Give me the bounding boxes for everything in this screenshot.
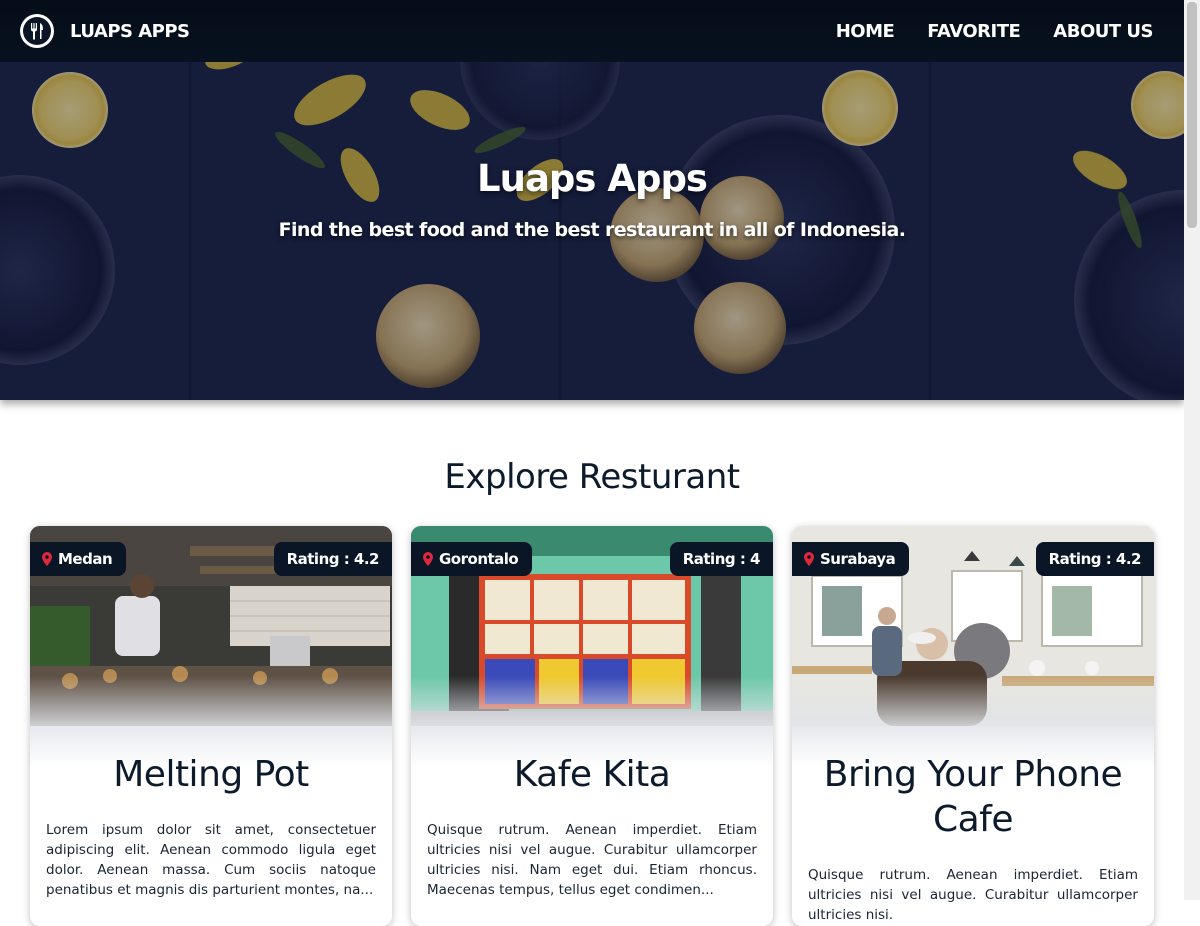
restaurant-name[interactable]: Melting Pot <box>40 752 382 797</box>
city-label: Medan <box>58 550 113 568</box>
restaurant-card[interactable]: Surabaya Rating : 4.2 Bring Your Phone C… <box>792 526 1154 926</box>
nav-favorite-link[interactable]: FAVORITE <box>927 21 1021 42</box>
hero-title: Luaps Apps <box>477 157 708 200</box>
restaurant-card[interactable]: Medan Rating : 4.2 Melting Pot Lorem ips… <box>30 526 392 926</box>
restaurant-description: Quisque rutrum. Aenean imperdiet. Etiam … <box>808 867 1138 923</box>
nav-menu: HOME FAVORITE ABOUT US <box>836 21 1154 42</box>
hero-subtitle: Find the best food and the best restaura… <box>278 219 906 241</box>
nav-home-link[interactable]: HOME <box>836 21 895 42</box>
city-badge: Gorontalo <box>411 542 533 576</box>
restaurant-description: Quisque rutrum. Aenean imperdiet. Etiam … <box>427 822 757 898</box>
city-label: Surabaya <box>820 550 896 568</box>
location-pin-icon <box>42 552 52 566</box>
restaurant-name[interactable]: Kafe Kita <box>421 752 763 797</box>
page-scrollbar[interactable] <box>1184 0 1200 900</box>
navbar: LUAPS APPS HOME FAVORITE ABOUT US <box>0 0 1184 62</box>
restaurant-name[interactable]: Bring Your Phone Cafe <box>802 752 1144 842</box>
fork-knife-icon <box>23 17 51 45</box>
scrollbar-thumb[interactable] <box>1187 2 1197 228</box>
location-pin-icon <box>804 552 814 566</box>
restaurant-list: Medan Rating : 4.2 Melting Pot Lorem ips… <box>30 526 1154 926</box>
nav-about-us-link[interactable]: ABOUT US <box>1053 21 1153 42</box>
rating-badge: Rating : 4.2 <box>273 542 392 576</box>
restaurant-card[interactable]: Gorontalo Rating : 4 Kafe Kita Quisque r… <box>411 526 773 926</box>
location-pin-icon <box>423 552 433 566</box>
section-title: Explore Resturant <box>444 457 740 497</box>
city-badge: Medan <box>30 542 127 576</box>
rating-badge: Rating : 4.2 <box>1035 542 1154 576</box>
city-badge: Surabaya <box>792 542 910 576</box>
restaurant-description: Lorem ipsum dolor sit amet, consectetuer… <box>46 822 376 898</box>
brand-name[interactable]: LUAPS APPS <box>70 21 190 42</box>
logo[interactable] <box>20 14 54 48</box>
rating-badge: Rating : 4 <box>669 542 773 576</box>
city-label: Gorontalo <box>439 550 519 568</box>
